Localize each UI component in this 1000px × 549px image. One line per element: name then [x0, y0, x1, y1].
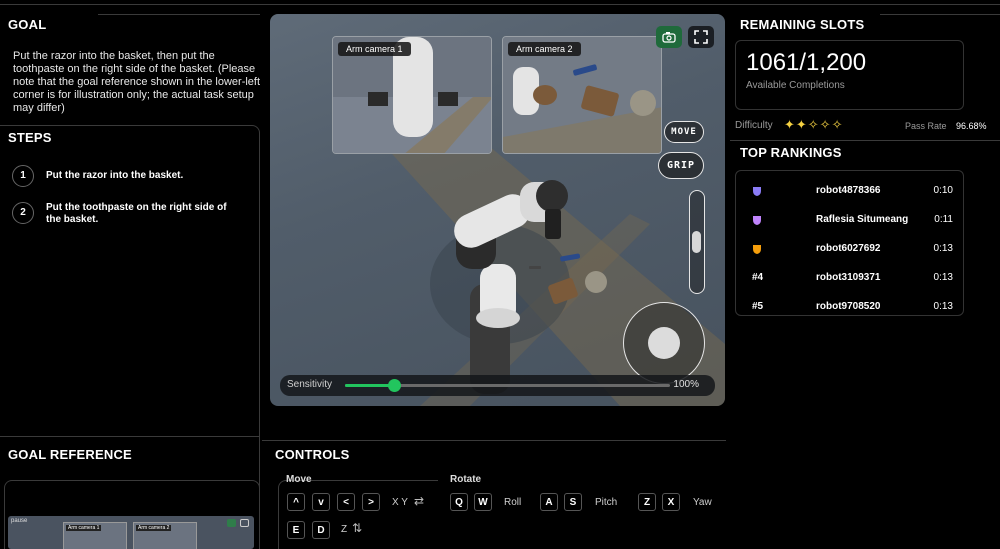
key-up[interactable]: ^: [287, 493, 305, 511]
slots-card: 1061/1,200 Available Completions: [735, 40, 964, 110]
move-title: Move: [286, 474, 312, 485]
step-text: Put the toothpaste on the right side of …: [46, 202, 227, 225]
step-item: 1 Put the razor into the basket.: [12, 165, 226, 187]
key-right[interactable]: >: [362, 493, 380, 511]
key-w[interactable]: W: [474, 493, 492, 511]
roll-label: Roll: [504, 497, 522, 508]
ranking-time: 0:10: [933, 185, 953, 196]
slots-caption: Available Completions: [746, 80, 845, 91]
sensitivity-label: Sensitivity: [287, 379, 333, 390]
goal-text: Put the razor into the basket, then put …: [13, 50, 261, 114]
pass-rate-label: Pass Rate: [905, 121, 947, 131]
trophy-gold-icon: [753, 187, 761, 196]
rotate-title: Rotate: [450, 474, 482, 485]
grip-button[interactable]: GRIP: [658, 152, 704, 179]
key-x[interactable]: X: [662, 493, 680, 511]
key-s[interactable]: S: [564, 493, 582, 511]
arm-camera-1-view: Arm camera 1: [332, 36, 492, 154]
ranking-name: robot3109371: [816, 272, 881, 283]
thumb-pause-label: pause: [11, 518, 28, 524]
steps-heading: STEPS: [8, 130, 52, 145]
sensitivity-knob[interactable]: [387, 379, 401, 392]
slots-heading: REMAINING SLOTS: [740, 17, 865, 32]
thumb-camera-icon: [227, 519, 236, 527]
ranking-name: robot9708520: [816, 301, 881, 312]
vertical-slider-thumb[interactable]: [692, 231, 701, 253]
ranking-time: 0:13: [933, 272, 953, 283]
thumb-fullscreen-icon: [240, 519, 249, 527]
xy-label: X Y: [392, 497, 408, 508]
key-d[interactable]: D: [312, 521, 330, 539]
trophy-bronze-icon: [753, 245, 761, 254]
yaw-label: Yaw: [693, 497, 712, 508]
arm-camera-2-label: Arm camera 2: [508, 42, 581, 56]
key-z[interactable]: Z: [638, 493, 656, 511]
ranking-row: Raflesia Situmeang 0:11: [736, 212, 965, 230]
key-e[interactable]: E: [287, 521, 305, 539]
sensitivity-track[interactable]: [345, 379, 670, 392]
move-mode-button[interactable]: MOVE: [664, 121, 704, 143]
ranking-time: 0:13: [933, 301, 953, 312]
sensitivity-fill: [345, 384, 394, 387]
sensitivity-value: 100%: [673, 379, 699, 390]
thumb-cam2: Arm camera 2: [133, 522, 197, 549]
step-number: 2: [12, 202, 34, 224]
goal-reference-thumbnail: pause Arm camera 1 Arm camera 2: [8, 516, 254, 549]
vertical-slider[interactable]: [689, 190, 705, 294]
step-item: 2 Put the toothpaste on the right side o…: [12, 202, 241, 226]
joystick[interactable]: [623, 302, 705, 384]
ranking-time: 0:11: [934, 214, 953, 225]
z-label: Z: [341, 524, 348, 535]
pitch-label: Pitch: [595, 497, 618, 508]
trophy-silver-icon: [753, 216, 761, 225]
key-q[interactable]: Q: [450, 493, 468, 511]
rankings-divider: [730, 140, 1000, 141]
ranking-name: robot4878366: [816, 185, 881, 196]
thumb-cam1-label: Arm camera 1: [66, 525, 102, 531]
camera-icon: [662, 32, 676, 43]
joystick-knob[interactable]: [648, 327, 680, 359]
camera-button[interactable]: [656, 26, 682, 48]
step-number: 1: [12, 165, 34, 187]
sensitivity-bar: Sensitivity 100%: [280, 375, 715, 396]
fullscreen-icon: [694, 30, 708, 44]
controls-heading: CONTROLS: [275, 447, 350, 462]
ranking-row: #5 robot9708520 0:13: [736, 299, 965, 317]
key-down[interactable]: v: [312, 493, 330, 511]
ranking-row: robot4878366 0:10: [736, 183, 965, 201]
controls-divider: [262, 440, 726, 441]
arm-camera-2-view: Arm camera 2: [502, 36, 662, 154]
fullscreen-button[interactable]: [688, 26, 714, 48]
simulation-viewport[interactable]: Arm camera 1 Arm camera 2 MOVE GRIP Sens…: [270, 14, 725, 406]
ranking-name: Raflesia Situmeang: [816, 214, 909, 225]
arm-camera-1-label: Arm camera 1: [338, 42, 411, 56]
swap-horizontal-icon: ⇄: [414, 494, 425, 508]
goal-heading: GOAL: [8, 17, 47, 32]
slots-divider: [880, 14, 1000, 15]
key-left[interactable]: <: [337, 493, 355, 511]
swap-vertical-icon: ⇅: [352, 521, 363, 535]
step-text: Put the razor into the basket.: [46, 170, 184, 181]
ranking-row: robot6027692 0:13: [736, 241, 965, 259]
difficulty-label: Difficulty: [735, 120, 773, 131]
rankings-card: robot4878366 0:10 Raflesia Situmeang 0:1…: [735, 170, 964, 316]
slots-count: 1061/1,200: [746, 49, 867, 76]
thumb-cam1: Arm camera 1: [63, 522, 127, 549]
ranking-name: robot6027692: [816, 243, 881, 254]
ranking-time: 0:13: [933, 243, 953, 254]
thumb-cam2-label: Arm camera 2: [136, 525, 172, 531]
difficulty-stars: ✦✦✧✧✧: [784, 117, 844, 132]
rankings-heading: TOP RANKINGS: [740, 145, 842, 160]
ranking-row: #4 robot3109371 0:13: [736, 270, 965, 288]
ranking-position: #4: [752, 272, 764, 283]
goal-divider: [98, 14, 260, 15]
ranking-position: #5: [752, 301, 764, 312]
key-a[interactable]: A: [540, 493, 558, 511]
goal-reference-heading: GOAL REFERENCE: [8, 447, 132, 462]
goal-ref-divider: [0, 436, 260, 437]
pass-rate-value: 96.68%: [956, 121, 987, 131]
top-divider: [0, 4, 1000, 5]
